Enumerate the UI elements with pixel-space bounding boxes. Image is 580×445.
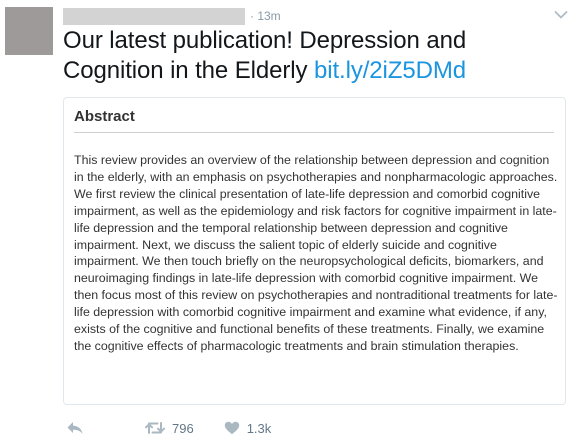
redacted-username[interactable]: [63, 7, 245, 25]
like-button[interactable]: 1.3k: [224, 420, 272, 436]
heart-icon: [224, 421, 239, 435]
like-count: 1.3k: [246, 420, 272, 436]
tweet-link[interactable]: bit.ly/2iZ5DMd: [314, 57, 466, 84]
retweet-icon: [145, 422, 165, 434]
abstract-body: This review provides an overview of the …: [74, 153, 558, 353]
retweet-count: 796: [172, 420, 194, 436]
tweet-header: · 13m: [63, 7, 563, 25]
reply-button[interactable]: [66, 421, 84, 435]
avatar[interactable]: [5, 7, 53, 55]
reply-icon: [67, 422, 83, 434]
tweet-text: Our latest publication! Depression and C…: [63, 26, 568, 86]
tweet-actions: 796 1.3k: [63, 418, 568, 438]
abstract-heading: Abstract: [74, 108, 135, 125]
tweet-timestamp[interactable]: · 13m: [250, 9, 281, 23]
divider: [74, 132, 554, 133]
chevron-down-icon[interactable]: [554, 10, 568, 20]
retweet-button[interactable]: 796: [145, 421, 194, 436]
abstract-card[interactable]: Abstract This review provides an overvie…: [63, 97, 566, 405]
